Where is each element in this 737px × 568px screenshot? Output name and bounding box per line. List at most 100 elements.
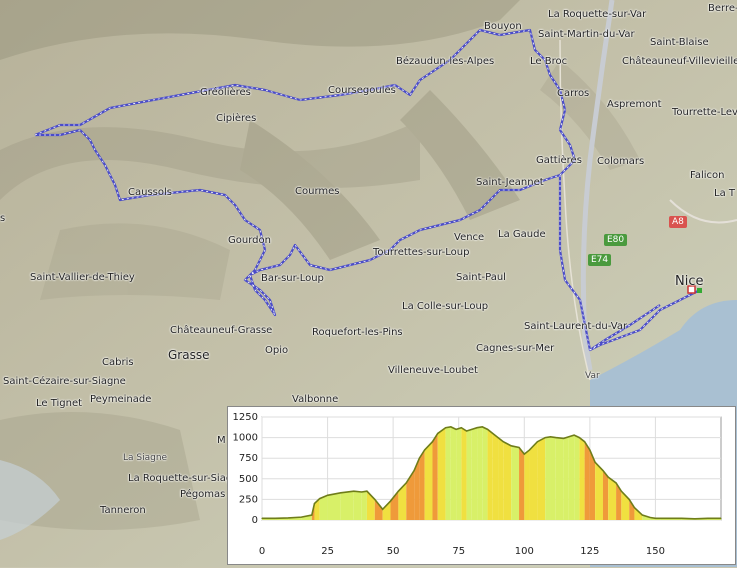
- elevation-point: [413, 469, 415, 472]
- place-label: Gattières: [536, 155, 582, 166]
- elevation-point: [300, 516, 302, 518]
- place-label: Berre-: [708, 3, 737, 14]
- elevation-area-slice: [529, 441, 538, 520]
- place-label: Cagnes-sur-Mer: [476, 343, 555, 354]
- y-tick-label: 0: [252, 515, 258, 526]
- elevation-area-slice: [584, 441, 590, 520]
- elevation-area-slice: [437, 427, 446, 520]
- elevation-area-slice: [471, 427, 478, 520]
- elevation-point: [649, 516, 651, 519]
- elevation-point: [502, 441, 504, 443]
- place-label: Saint-Laurent-du-Var: [524, 321, 628, 332]
- place-label: Châteauneuf-Grasse: [170, 325, 273, 336]
- elevation-area-slice: [492, 433, 499, 520]
- elevation-area-slice: [511, 445, 520, 520]
- elevation-point: [497, 437, 499, 439]
- place-label: Grasse: [168, 348, 210, 362]
- elevation-point: [518, 446, 520, 449]
- elevation-point: [450, 426, 452, 428]
- elevation-point: [681, 517, 683, 519]
- place-label: Saint-Vallier-de-Thiey: [30, 272, 135, 283]
- elevation-area-slice: [595, 462, 603, 520]
- place-label: s: [0, 213, 6, 224]
- elevation-area-slice: [519, 447, 525, 520]
- place-label: Tourrette-Lever: [672, 107, 737, 118]
- x-tick-label: 100: [515, 546, 534, 557]
- elevation-point: [568, 436, 570, 438]
- place-label: Bézaudun-les-Alpes: [396, 56, 495, 67]
- x-tick-label: 75: [452, 546, 465, 557]
- place-label: Courmes: [295, 186, 340, 197]
- place-label: La Roquette-sur-Siag: [128, 473, 233, 484]
- elevation-area-slice: [487, 429, 493, 520]
- elevation-area-slice: [545, 436, 551, 520]
- elevation-chart: 0 250 500 750 1000 1250 0 25 50 75 100 125 150: [233, 412, 722, 557]
- elevation-area-slice: [450, 426, 457, 520]
- elevation-point: [274, 517, 276, 519]
- elevation-point: [471, 428, 473, 430]
- elevation-point: [366, 490, 368, 492]
- elevation-point: [492, 432, 494, 435]
- x-tick-label: 0: [259, 546, 265, 557]
- elevation-area-slice: [498, 437, 504, 520]
- elevation-point: [620, 490, 622, 492]
- elevation-area-slice: [602, 470, 609, 520]
- elevation-point: [549, 436, 552, 438]
- elevation-area-slice: [555, 437, 564, 520]
- place-label: Var: [585, 371, 600, 381]
- elevation-point: [584, 441, 586, 443]
- place-label: M: [217, 435, 226, 446]
- elevation-point: [486, 428, 489, 430]
- elevation-point: [465, 430, 468, 432]
- place-label: Carros: [557, 88, 590, 99]
- elevation-area-slice: [424, 441, 433, 520]
- place-label: La Siagne: [123, 453, 168, 463]
- place-label: Valbonne: [292, 394, 339, 405]
- elevation-area-slice: [319, 495, 328, 520]
- elevation-point: [523, 453, 525, 455]
- road-shield: E80: [604, 234, 628, 246]
- place-label: Vence: [454, 232, 485, 243]
- place-label: Gréolières: [200, 87, 251, 98]
- elevation-point: [578, 437, 580, 439]
- elevation-point: [660, 517, 662, 519]
- elevation-area-slice: [466, 429, 472, 520]
- elevation-point: [353, 490, 355, 492]
- elevation-area-slice: [477, 426, 483, 520]
- road-shield: E74: [588, 254, 612, 266]
- elevation-point: [418, 457, 420, 459]
- place-label: La T: [714, 188, 735, 199]
- place-label: Saint-Cézaire-sur-Siagne: [3, 376, 126, 387]
- elevation-point: [455, 428, 457, 430]
- x-tick-label: 125: [580, 546, 599, 557]
- elevation-area-slice: [340, 491, 354, 520]
- place-label: Tourrettes-sur-Loup: [373, 247, 470, 258]
- elevation-point: [313, 502, 316, 505]
- place-label: La Roquette-sur-Var: [548, 9, 647, 20]
- elevation-area-slice: [579, 437, 585, 520]
- place-label: Châteauneuf-Villevieille: [622, 56, 737, 67]
- place-label: La Colle-sur-Loup: [402, 301, 489, 312]
- place-label: Peymeinade: [90, 394, 152, 405]
- elevation-area-slice: [445, 426, 451, 520]
- elevation-area-slice: [361, 491, 367, 520]
- elevation-point: [261, 517, 263, 519]
- elevation-profile-panel[interactable]: 0 250 500 750 1000 1250 0 25 50 75 100 125 150: [227, 406, 736, 565]
- elevation-area-slice: [537, 437, 546, 520]
- place-label: Cabris: [102, 357, 134, 368]
- elevation-point: [602, 469, 604, 472]
- y-tick-label: 1000: [233, 433, 258, 444]
- elevation-area-slice: [574, 435, 580, 520]
- elevation-point: [382, 508, 384, 510]
- x-tick-label: 150: [646, 546, 665, 557]
- place-label: Pégomas: [180, 489, 226, 500]
- elevation-point: [573, 434, 575, 436]
- elevation-point: [628, 498, 630, 500]
- elevation-point: [326, 494, 329, 496]
- place-label: Bar-sur-Loup: [261, 273, 324, 284]
- place-label: Aspremont: [607, 99, 662, 110]
- place-label: Saint-Blaise: [650, 37, 709, 48]
- place-label: Cipières: [216, 113, 257, 124]
- road-shield: A8: [669, 216, 687, 228]
- place-label: Coursegoules: [328, 85, 396, 96]
